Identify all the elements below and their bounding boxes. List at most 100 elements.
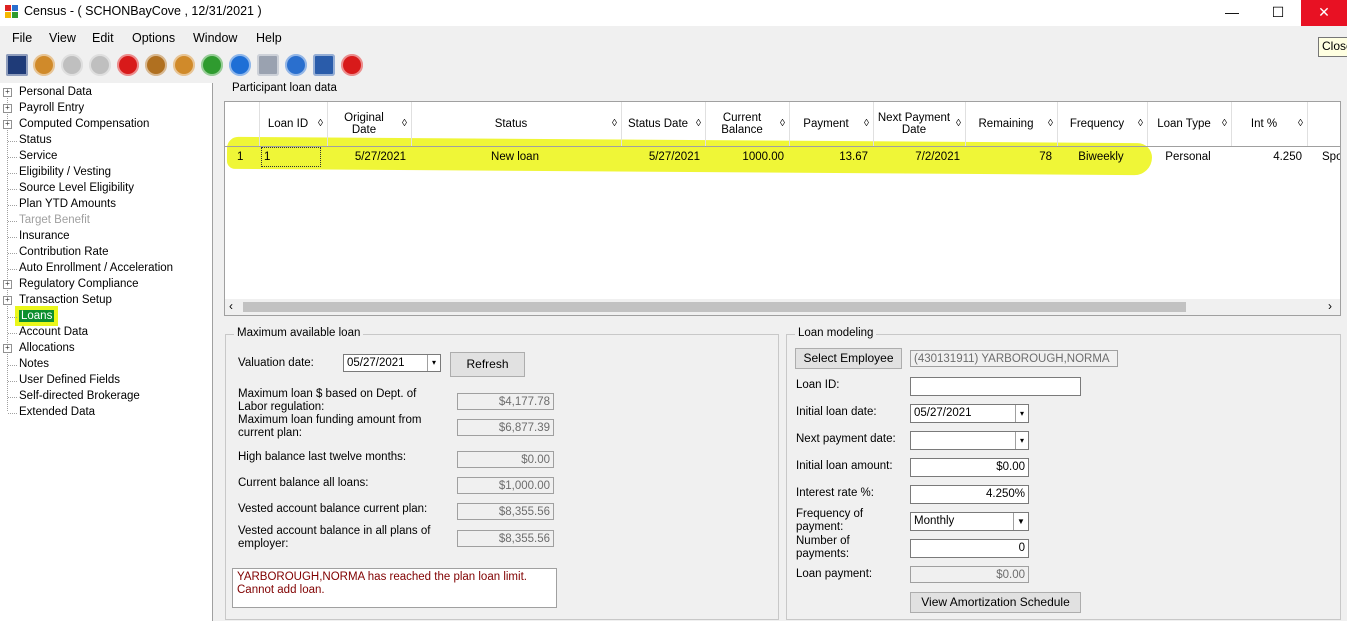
tree-item[interactable]: Payroll Entry	[19, 101, 84, 117]
maximize-button[interactable]: ☐	[1255, 0, 1301, 26]
grid-cell-status[interactable]: New loan	[414, 148, 616, 166]
expand-icon[interactable]: +	[3, 88, 12, 97]
next-payment-date-picker[interactable]: ▾	[910, 431, 1029, 450]
initial-loan-date-picker[interactable]: 05/27/2021 ▾	[910, 404, 1029, 423]
sort-icon[interactable]: ◊	[956, 118, 961, 130]
tree-item[interactable]: Insurance	[19, 229, 70, 245]
column-header[interactable]: Remaining ◊	[965, 102, 1058, 147]
column-header[interactable]: Loan ID ◊	[259, 102, 328, 147]
column-header[interactable]: Status ◊	[411, 102, 622, 147]
person-icon[interactable]	[173, 54, 195, 76]
tree-item[interactable]: Target Benefit	[19, 213, 90, 229]
column-header[interactable]: Status Date ◊	[621, 102, 706, 147]
tree-item[interactable]: Allocations	[19, 341, 75, 357]
column-header-extra[interactable]	[1307, 102, 1340, 147]
edit-icon[interactable]	[313, 54, 335, 76]
scrollbar-thumb[interactable]	[243, 302, 1186, 312]
grid-cell-original-date[interactable]: 5/27/2021	[330, 148, 406, 166]
expand-icon[interactable]: +	[3, 344, 12, 353]
grid-cell-frequency[interactable]: Biweekly	[1060, 148, 1142, 166]
tree-item[interactable]: Service	[19, 149, 57, 165]
print-icon[interactable]	[257, 54, 279, 76]
tree-item[interactable]: Extended Data	[19, 405, 95, 421]
grid-cell-payment[interactable]: 13.67	[792, 148, 868, 166]
sort-icon[interactable]: ◊	[612, 118, 617, 130]
menu-options[interactable]: Options	[132, 31, 175, 45]
expand-icon[interactable]: +	[3, 280, 12, 289]
sort-icon[interactable]: ◊	[318, 118, 323, 130]
column-header[interactable]: Next Payment Date ◊	[873, 102, 966, 147]
expand-icon[interactable]: +	[3, 296, 12, 305]
sort-icon[interactable]: ◊	[864, 118, 869, 130]
grid-cell-current-balance[interactable]: 1000.00	[708, 148, 784, 166]
person-search-icon[interactable]	[33, 54, 55, 76]
up-icon[interactable]	[89, 54, 111, 76]
select-employee-button[interactable]: Select Employee	[795, 348, 902, 369]
close-button[interactable]: ✕	[1301, 0, 1347, 26]
add-icon[interactable]	[61, 54, 83, 76]
chevron-down-icon[interactable]: ▾	[427, 355, 440, 371]
tree-item[interactable]: Transaction Setup	[19, 293, 112, 309]
tree-item[interactable]: Regulatory Compliance	[19, 277, 139, 293]
grid-cell-int[interactable]: 4.250	[1234, 148, 1302, 166]
minimize-button[interactable]: —	[1209, 0, 1255, 26]
expand-icon[interactable]: +	[3, 120, 12, 129]
menu-edit[interactable]: Edit	[92, 31, 114, 45]
info-icon[interactable]	[285, 54, 307, 76]
frequency-select[interactable]: Monthly ▼	[910, 512, 1029, 531]
person-green-icon[interactable]	[201, 54, 223, 76]
column-header[interactable]: Loan Type ◊	[1147, 102, 1232, 147]
menu-help[interactable]: Help	[256, 31, 282, 45]
view-amortization-button[interactable]: View Amortization Schedule	[910, 592, 1081, 613]
column-header[interactable]: Payment ◊	[789, 102, 874, 147]
interest-rate-input[interactable]: 4.250%	[910, 485, 1029, 504]
column-header[interactable]: Int % ◊	[1231, 102, 1308, 147]
column-header[interactable]: Frequency ◊	[1057, 102, 1148, 147]
grid-cell-loan-type[interactable]: Personal	[1150, 148, 1226, 166]
chevron-down-icon[interactable]: ▼	[1013, 513, 1028, 530]
valuation-date-picker[interactable]: 05/27/2021 ▾	[343, 354, 441, 372]
expand-icon[interactable]: +	[3, 104, 12, 113]
scroll-left-icon[interactable]: ‹	[229, 299, 233, 313]
tree-item[interactable]: Personal Data	[19, 85, 92, 101]
grid-cell-status-date[interactable]: 5/27/2021	[624, 148, 700, 166]
column-header[interactable]: Current Balance ◊	[705, 102, 790, 147]
sort-icon[interactable]: ◊	[1048, 118, 1053, 130]
tree-item[interactable]: Account Data	[19, 325, 88, 341]
menu-view[interactable]: View	[49, 31, 76, 45]
exit-icon[interactable]	[341, 54, 363, 76]
tree-item[interactable]: Self-directed Brokerage	[19, 389, 140, 405]
tree-item[interactable]: Status	[19, 133, 52, 149]
grid-cell-loan-id[interactable]: 1	[261, 147, 321, 167]
sort-icon[interactable]: ◊	[402, 118, 407, 130]
sort-icon[interactable]: ◊	[1298, 118, 1303, 130]
chevron-down-icon[interactable]: ▾	[1015, 405, 1028, 422]
tree-item[interactable]: Eligibility / Vesting	[19, 165, 111, 181]
tree-item[interactable]: Contribution Rate	[19, 245, 109, 261]
remove-icon[interactable]	[117, 54, 139, 76]
loan-grid[interactable]: Loan ID ◊ Original Date ◊ Status ◊ Status Date…	[224, 101, 1341, 316]
sort-icon[interactable]: ◊	[696, 118, 701, 130]
tree-item[interactable]: Loans	[14, 306, 59, 326]
tree-item[interactable]: Source Level Eligibility	[19, 181, 134, 197]
scroll-right-icon[interactable]: ›	[1328, 299, 1332, 313]
horizontal-scrollbar[interactable]: ‹ ›	[225, 299, 1340, 315]
grid-cell-next-payment-date[interactable]: 7/2/2021	[876, 148, 960, 166]
num-payments-input[interactable]: 0	[910, 539, 1029, 558]
chevron-down-icon[interactable]: ▾	[1015, 432, 1028, 449]
tree-item[interactable]: User Defined Fields	[19, 373, 120, 389]
save-icon[interactable]	[6, 54, 28, 76]
sort-icon[interactable]: ◊	[780, 118, 785, 130]
tree-item[interactable]: Auto Enrollment / Acceleration	[19, 261, 173, 277]
tree-item[interactable]: Plan YTD Amounts	[19, 197, 116, 213]
grid-cell-remaining[interactable]: 78	[968, 148, 1052, 166]
refresh-button[interactable]: Refresh	[450, 352, 525, 377]
at-icon[interactable]	[229, 54, 251, 76]
loan-id-input[interactable]	[910, 377, 1081, 396]
menu-file[interactable]: File	[12, 31, 32, 45]
sort-icon[interactable]: ◊	[1138, 118, 1143, 130]
menu-window[interactable]: Window	[193, 31, 237, 45]
sort-icon[interactable]: ◊	[1222, 118, 1227, 130]
grid-cell-extra[interactable]: Spo	[1322, 148, 1340, 166]
group-icon[interactable]	[145, 54, 167, 76]
